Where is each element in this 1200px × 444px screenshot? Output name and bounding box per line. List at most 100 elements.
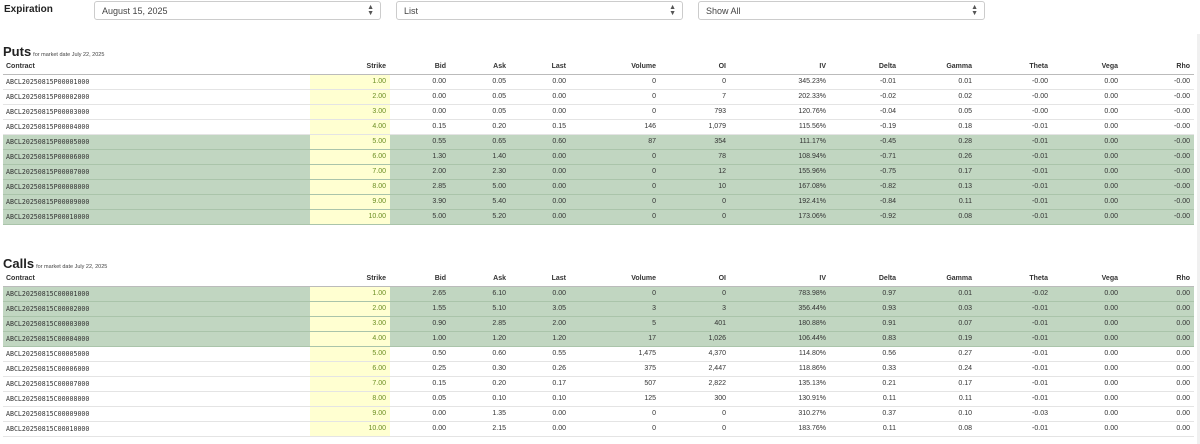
cell-volume: 507 [570,376,660,392]
table-row[interactable]: ABCL20250815C00010000 10.00 0.00 2.15 0.00 0 0… [3,421,1194,437]
cell-bid: 1.00 [390,331,450,347]
view-mode-select-value: List [404,6,419,16]
column-header-vega[interactable]: Vega [1052,60,1122,75]
column-header-rho[interactable]: Rho [1122,60,1194,75]
column-header-volume[interactable]: Volume [570,60,660,75]
cell-iv: 114.80% [730,346,830,362]
cell-oi: 4,370 [660,346,730,362]
column-header-theta[interactable]: Theta [976,60,1052,75]
table-row[interactable]: ABCL20250815C00002000 2.00 1.55 5.10 3.05 3 3 3… [3,301,1194,317]
cell-theta: -0.01 [976,376,1052,392]
cell-vega: 0.00 [1052,104,1122,120]
table-row[interactable]: ABCL20250815P00010000 10.00 5.00 5.20 0.00 0 0… [3,209,1194,225]
cell-rho: -0.00 [1122,104,1194,120]
cell-ask: 6.10 [450,286,510,302]
cell-oi: 78 [660,149,730,165]
table-row[interactable]: ABCL20250815C00003000 3.00 0.90 2.85 2.00 5 40… [3,316,1194,332]
cell-theta: -0.00 [976,89,1052,105]
column-header-volume[interactable]: Volume [570,272,660,287]
cell-theta: -0.00 [976,104,1052,120]
cell-vega: 0.00 [1052,406,1122,422]
cell-strike: 9.00 [310,406,390,422]
cell-contract: ABCL20250815P00002000 [3,89,310,105]
cell-bid: 0.00 [390,406,450,422]
column-header-oi[interactable]: OI [660,272,730,287]
cell-volume: 0 [570,74,660,90]
column-header-last[interactable]: Last [510,60,570,75]
column-header-oi[interactable]: OI [660,60,730,75]
cell-ask: 0.20 [450,119,510,135]
column-header-delta[interactable]: Delta [830,60,900,75]
cell-iv: 106.44% [730,331,830,347]
cell-last: 0.60 [510,134,570,150]
expiration-select[interactable]: August 15, 2025 ▲ ▼ [94,1,381,20]
select-arrows-icon: ▲ ▼ [971,4,978,17]
column-header-gamma[interactable]: Gamma [900,272,976,287]
cell-oi: 10 [660,179,730,195]
cell-last: 0.55 [510,346,570,362]
table-row[interactable]: ABCL20250815P00001000 1.00 0.00 0.05 0.00 0 0 3… [3,74,1194,90]
cell-bid: 0.00 [390,104,450,120]
cell-iv: 183.76% [730,421,830,437]
cell-gamma: 0.01 [900,74,976,90]
table-row[interactable]: ABCL20250815C00005000 5.00 0.50 0.60 0.55 1,4… [3,346,1194,362]
column-header-ask[interactable]: Ask [450,60,510,75]
cell-iv: 115.56% [730,119,830,135]
cell-oi: 3 [660,301,730,317]
table-row[interactable]: ABCL20250815P00004000 4.00 0.15 0.20 0.15 146… [3,119,1194,135]
column-header-rho[interactable]: Rho [1122,272,1194,287]
column-header-strike[interactable]: Strike [310,272,390,287]
cell-contract: ABCL20250815C00003000 [3,316,310,332]
table-row[interactable]: ABCL20250815P00006000 6.00 1.30 1.40 0.00 0 78… [3,149,1194,165]
column-header-iv[interactable]: IV [730,272,830,287]
cell-ask: 5.40 [450,194,510,210]
cell-strike: 4.00 [310,331,390,347]
column-header-theta[interactable]: Theta [976,272,1052,287]
cell-delta: 0.33 [830,361,900,377]
table-row[interactable]: ABCL20250815C00007000 7.00 0.15 0.20 0.17 507… [3,376,1194,392]
column-header-contract[interactable]: Contract [3,272,310,287]
cell-bid: 2.00 [390,164,450,180]
cell-volume: 0 [570,104,660,120]
cell-oi: 354 [660,134,730,150]
cell-vega: 0.00 [1052,74,1122,90]
table-row[interactable]: ABCL20250815C00009000 9.00 0.00 1.35 0.00 0 0 3… [3,406,1194,422]
column-header-bid[interactable]: Bid [390,272,450,287]
column-header-contract[interactable]: Contract [3,60,310,75]
cell-ask: 0.05 [450,89,510,105]
column-header-vega[interactable]: Vega [1052,272,1122,287]
column-header-iv[interactable]: IV [730,60,830,75]
table-row[interactable]: ABCL20250815C00008000 8.00 0.05 0.10 0.10 125… [3,391,1194,407]
calls-header-row: Contract Strike Bid Ask Last Volume OI IV Delta G… [3,272,1194,287]
table-row[interactable]: ABCL20250815P00002000 2.00 0.00 0.05 0.00 0 7 2… [3,89,1194,105]
cell-ask: 5.20 [450,209,510,225]
cell-ask: 0.60 [450,346,510,362]
column-header-delta[interactable]: Delta [830,272,900,287]
table-row[interactable]: ABCL20250815C00004000 4.00 1.00 1.20 1.20 17 1… [3,331,1194,347]
column-header-ask[interactable]: Ask [450,272,510,287]
filter-select[interactable]: Show All ▲ ▼ [698,1,985,20]
table-row[interactable]: ABCL20250815P00007000 7.00 2.00 2.30 0.00 0 12… [3,164,1194,180]
table-row[interactable]: ABCL20250815P00009000 9.00 3.90 5.40 0.00 0 0 1… [3,194,1194,210]
cell-last: 0.15 [510,119,570,135]
view-mode-select[interactable]: List ▲ ▼ [396,1,683,20]
table-row[interactable]: ABCL20250815P00003000 3.00 0.00 0.05 0.00 0 79… [3,104,1194,120]
cell-rho: 0.00 [1122,376,1194,392]
table-row[interactable]: ABCL20250815P00008000 8.00 2.85 5.00 0.00 0 10… [3,179,1194,195]
cell-volume: 0 [570,164,660,180]
cell-vega: 0.00 [1052,286,1122,302]
cell-iv: 120.76% [730,104,830,120]
table-row[interactable]: ABCL20250815C00006000 6.00 0.25 0.30 0.26 375… [3,361,1194,377]
cell-theta: -0.01 [976,179,1052,195]
column-header-last[interactable]: Last [510,272,570,287]
column-header-bid[interactable]: Bid [390,60,450,75]
expiration-label: Expiration [4,4,53,15]
column-header-gamma[interactable]: Gamma [900,60,976,75]
cell-strike: 3.00 [310,104,390,120]
column-header-strike[interactable]: Strike [310,60,390,75]
table-row[interactable]: ABCL20250815P00005000 5.00 0.55 0.65 0.60 87 3… [3,134,1194,150]
cell-gamma: 0.17 [900,164,976,180]
table-row[interactable]: ABCL20250815C00001000 1.00 2.65 6.10 0.00 0 0 7… [3,286,1194,302]
cell-gamma: 0.19 [900,331,976,347]
cell-vega: 0.00 [1052,194,1122,210]
